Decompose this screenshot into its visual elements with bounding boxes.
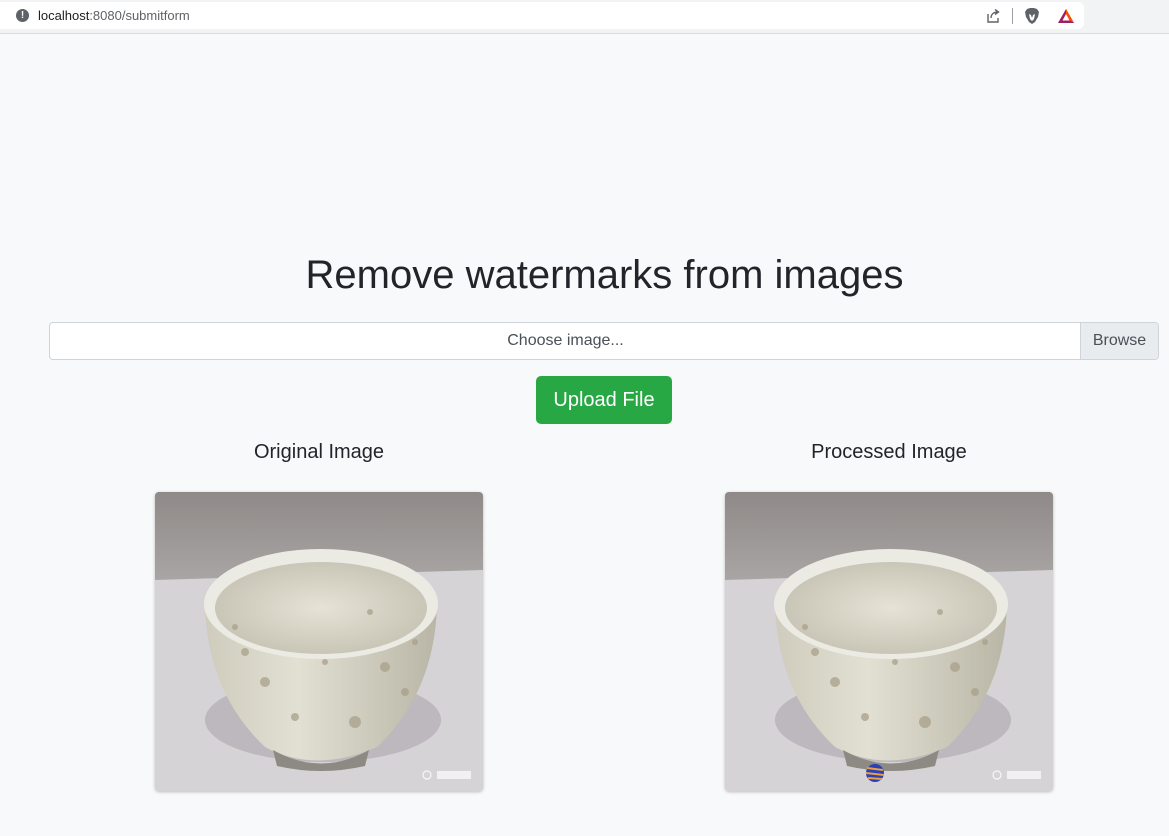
- share-icon[interactable]: [985, 8, 1001, 24]
- url-path: :8080/submitform: [89, 8, 190, 23]
- info-icon[interactable]: !: [16, 9, 29, 22]
- original-image: [155, 492, 483, 791]
- upload-file-button[interactable]: Upload File: [536, 376, 672, 424]
- original-image-heading: Original Image: [253, 441, 385, 463]
- page-title: Remove watermarks from images: [305, 253, 904, 297]
- processed-image: [725, 492, 1053, 791]
- browse-button[interactable]: Browse: [1080, 323, 1158, 359]
- inpaint-artifact: [865, 764, 885, 782]
- browser-toolbar: ! localhost:8080/submitform: [0, 0, 1169, 34]
- toolbar-divider: [1012, 8, 1013, 24]
- file-input-label[interactable]: Choose image...: [50, 323, 1081, 359]
- file-input[interactable]: Choose image... Browse: [49, 322, 1159, 360]
- url-text[interactable]: localhost:8080/submitform: [38, 8, 190, 23]
- processed-image-heading: Processed Image: [811, 441, 967, 463]
- address-bar[interactable]: ! localhost:8080/submitform: [0, 2, 1084, 29]
- bat-triangle-icon[interactable]: [1057, 8, 1075, 24]
- brave-lion-icon[interactable]: [1023, 7, 1041, 25]
- url-host: localhost: [38, 8, 90, 23]
